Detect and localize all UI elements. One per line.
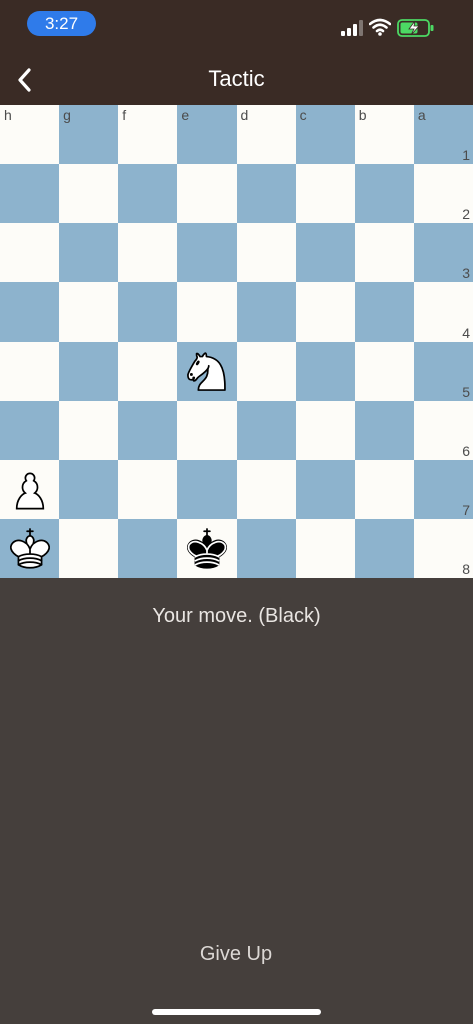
square-e1[interactable]: e bbox=[177, 105, 237, 165]
square-c1[interactable]: c bbox=[295, 105, 355, 165]
status-time: 3:27 bbox=[27, 11, 96, 36]
give-up-button[interactable]: Give Up bbox=[186, 943, 286, 966]
square-d6[interactable] bbox=[236, 400, 296, 460]
square-d5[interactable] bbox=[236, 341, 296, 401]
square-h6[interactable] bbox=[0, 400, 60, 460]
square-c5[interactable] bbox=[295, 341, 355, 401]
square-f4[interactable] bbox=[118, 282, 178, 342]
square-g5[interactable] bbox=[59, 341, 119, 401]
square-d4[interactable] bbox=[236, 282, 296, 342]
square-e4[interactable] bbox=[177, 282, 237, 342]
square-b4[interactable] bbox=[354, 282, 414, 342]
rank-label-5: 5 bbox=[462, 383, 470, 400]
square-g4[interactable] bbox=[59, 282, 119, 342]
square-f5[interactable] bbox=[118, 341, 178, 401]
file-label-f: f bbox=[122, 107, 127, 123]
square-d7[interactable] bbox=[236, 459, 296, 519]
square-e6[interactable] bbox=[177, 400, 237, 460]
home-indicator bbox=[152, 1009, 321, 1015]
square-a3[interactable]: 3 bbox=[413, 223, 473, 283]
file-label-e: e bbox=[181, 107, 190, 123]
file-label-c: c bbox=[299, 107, 307, 123]
cellular-signal-icon bbox=[341, 20, 363, 36]
battery-charging-icon bbox=[397, 19, 434, 37]
chess-board: hgfedcba12345678 bbox=[0, 105, 473, 578]
square-g8[interactable] bbox=[59, 518, 119, 578]
game-status: Your move. (Black) bbox=[152, 605, 321, 627]
rank-label-6: 6 bbox=[462, 442, 470, 459]
square-g6[interactable] bbox=[59, 400, 119, 460]
square-a4[interactable]: 4 bbox=[413, 282, 473, 342]
rank-label-2: 2 bbox=[462, 206, 470, 223]
square-h7[interactable] bbox=[0, 459, 60, 519]
file-label-g: g bbox=[63, 107, 71, 123]
file-label-b: b bbox=[358, 107, 367, 123]
square-h5[interactable] bbox=[0, 341, 60, 401]
white-pawn-icon[interactable] bbox=[4, 463, 56, 515]
square-b7[interactable] bbox=[354, 459, 414, 519]
square-e5[interactable] bbox=[177, 341, 237, 401]
square-d1[interactable]: d bbox=[236, 105, 296, 165]
square-a7[interactable]: 7 bbox=[413, 459, 473, 519]
square-c3[interactable] bbox=[295, 223, 355, 283]
square-f6[interactable] bbox=[118, 400, 178, 460]
square-a6[interactable]: 6 bbox=[413, 400, 473, 460]
square-b8[interactable] bbox=[354, 518, 414, 578]
square-e7[interactable] bbox=[177, 459, 237, 519]
square-h8[interactable] bbox=[0, 518, 60, 578]
square-b6[interactable] bbox=[354, 400, 414, 460]
square-b2[interactable] bbox=[354, 164, 414, 224]
square-e3[interactable] bbox=[177, 223, 237, 283]
square-c6[interactable] bbox=[295, 400, 355, 460]
square-c8[interactable] bbox=[295, 518, 355, 578]
top-bar: 3:27 Tactic bbox=[0, 0, 473, 105]
rank-label-4: 4 bbox=[462, 324, 470, 341]
square-h4[interactable] bbox=[0, 282, 60, 342]
rank-label-3: 3 bbox=[462, 265, 470, 282]
file-label-a: a bbox=[417, 107, 426, 123]
white-knight-icon[interactable] bbox=[181, 345, 233, 397]
square-a5[interactable]: 5 bbox=[413, 341, 473, 401]
square-a1[interactable]: a1 bbox=[413, 105, 473, 165]
square-e8[interactable] bbox=[177, 518, 237, 578]
square-a2[interactable]: 2 bbox=[413, 164, 473, 224]
square-c4[interactable] bbox=[295, 282, 355, 342]
black-king-icon[interactable] bbox=[181, 522, 233, 574]
square-h3[interactable] bbox=[0, 223, 60, 283]
square-f3[interactable] bbox=[118, 223, 178, 283]
square-b5[interactable] bbox=[354, 341, 414, 401]
square-d8[interactable] bbox=[236, 518, 296, 578]
rank-label-8: 8 bbox=[462, 561, 470, 577]
wifi-icon bbox=[369, 18, 391, 36]
square-a8[interactable]: 8 bbox=[413, 518, 473, 578]
square-g3[interactable] bbox=[59, 223, 119, 283]
square-f1[interactable]: f bbox=[118, 105, 178, 165]
square-g2[interactable] bbox=[59, 164, 119, 224]
square-f8[interactable] bbox=[118, 518, 178, 578]
square-h1[interactable]: h bbox=[0, 105, 60, 165]
square-b1[interactable]: b bbox=[354, 105, 414, 165]
square-f7[interactable] bbox=[118, 459, 178, 519]
square-c7[interactable] bbox=[295, 459, 355, 519]
square-e2[interactable] bbox=[177, 164, 237, 224]
square-g7[interactable] bbox=[59, 459, 119, 519]
status-icons bbox=[341, 18, 451, 38]
rank-label-1: 1 bbox=[462, 147, 470, 164]
square-f2[interactable] bbox=[118, 164, 178, 224]
square-d2[interactable] bbox=[236, 164, 296, 224]
file-label-h: h bbox=[4, 107, 12, 123]
square-b3[interactable] bbox=[354, 223, 414, 283]
square-g1[interactable]: g bbox=[59, 105, 119, 165]
rank-label-7: 7 bbox=[462, 501, 470, 518]
file-label-d: d bbox=[240, 107, 249, 123]
square-d3[interactable] bbox=[236, 223, 296, 283]
square-h2[interactable] bbox=[0, 164, 60, 224]
square-c2[interactable] bbox=[295, 164, 355, 224]
page-title: Tactic bbox=[208, 66, 265, 91]
white-king-icon[interactable] bbox=[4, 522, 56, 574]
